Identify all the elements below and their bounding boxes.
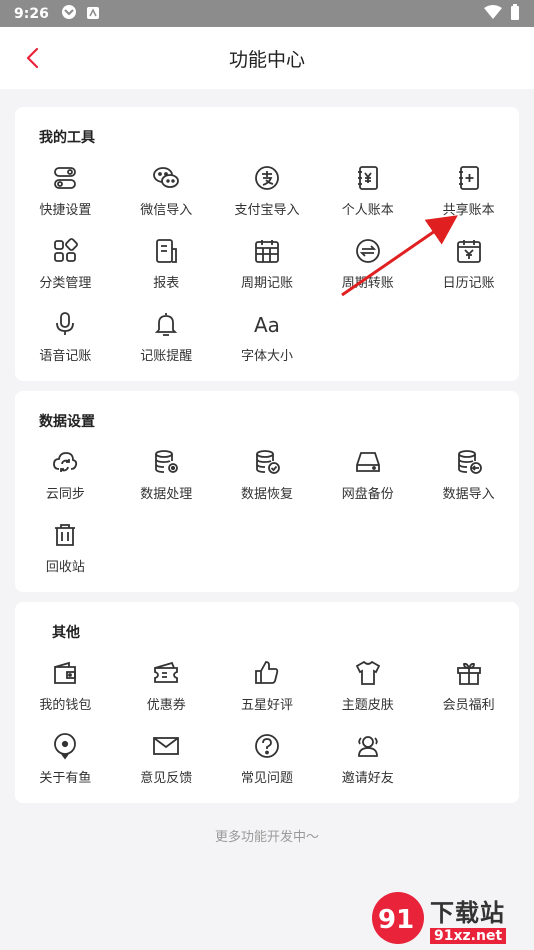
drive-icon (353, 447, 383, 477)
gift-icon (454, 658, 484, 688)
vpn-icon (61, 4, 77, 24)
database-gear-icon (151, 447, 181, 477)
mail-icon (151, 731, 181, 761)
calendar-yen-icon (454, 236, 484, 266)
toggle-icon (50, 163, 80, 193)
data-import-button[interactable]: 数据导入 (418, 445, 519, 518)
watermark-logo: 91 (372, 892, 424, 944)
feedback-button[interactable]: 意见反馈 (116, 729, 217, 802)
chevron-left-icon (26, 47, 39, 69)
record-reminder-button[interactable]: 记账提醒 (116, 307, 217, 380)
trash-icon (50, 520, 80, 550)
shirt-icon (353, 658, 383, 688)
invite-friends-button[interactable]: 邀请好友 (317, 729, 418, 802)
report-button[interactable]: 报表 (116, 234, 217, 307)
category-management-button[interactable]: 分类管理 (15, 234, 116, 307)
faq-button[interactable]: 常见问题 (217, 729, 318, 802)
database-check-icon (252, 447, 282, 477)
cloud-sync-icon (50, 447, 80, 477)
microphone-icon (50, 309, 80, 339)
shared-book-icon (454, 163, 484, 193)
watermark-title: 下载站 (430, 898, 505, 927)
recurring-transfer-button[interactable]: 周期转账 (317, 234, 418, 307)
coupon-button[interactable]: 优惠券 (116, 656, 217, 729)
quick-settings-button[interactable]: 快捷设置 (15, 161, 116, 234)
section-data-settings: 数据设置 云同步 数据处理 数据恢复 网盘备份 数据导入 回收站 (15, 391, 519, 592)
drive-backup-button[interactable]: 网盘备份 (317, 445, 418, 518)
invite-friends-icon (353, 731, 383, 761)
thumbs-up-icon (252, 658, 282, 688)
watermark-url: 91xz.net (430, 927, 507, 944)
status-time: 9:26 (14, 5, 49, 22)
wechat-icon (151, 163, 181, 193)
my-wallet-button[interactable]: 我的钱包 (15, 656, 116, 729)
footer-note: 更多功能开发中～ (214, 830, 319, 845)
personal-book-button[interactable]: 个人账本 (317, 161, 418, 234)
recycle-bin-button[interactable]: 回收站 (15, 518, 116, 591)
database-import-icon (454, 447, 484, 477)
five-star-review-button[interactable]: 五星好评 (217, 656, 318, 729)
theme-skin-button[interactable]: 主题皮肤 (317, 656, 418, 729)
app-notification-icon (86, 4, 99, 23)
back-button[interactable] (20, 45, 44, 71)
page-title: 功能中心 (228, 48, 305, 71)
battery-icon (510, 3, 520, 24)
location-icon (50, 731, 80, 761)
watermark: 91 下载站 91xz.net (370, 886, 534, 950)
cloud-sync-button[interactable]: 云同步 (15, 445, 116, 518)
data-processing-button[interactable]: 数据处理 (116, 445, 217, 518)
about-button[interactable]: 关于有鱼 (15, 729, 116, 802)
section-title: 我的工具 (39, 130, 95, 146)
shared-book-button[interactable]: 共享账本 (418, 161, 519, 234)
font-size-icon: Aa (252, 309, 282, 339)
data-recovery-button[interactable]: 数据恢复 (217, 445, 318, 518)
wifi-icon (484, 4, 502, 23)
alipay-icon (252, 163, 282, 193)
calendar-grid-icon (252, 236, 282, 266)
section-title: 其他 (52, 625, 80, 641)
coupon-icon (151, 658, 181, 688)
question-icon (252, 731, 282, 761)
calendar-record-button[interactable]: 日历记账 (418, 234, 519, 307)
alipay-import-button[interactable]: 支付宝导入 (217, 161, 318, 234)
wechat-import-button[interactable]: 微信导入 (116, 161, 217, 234)
wallet-icon (50, 658, 80, 688)
voice-record-button[interactable]: 语音记账 (15, 307, 116, 380)
section-other: 其他 我的钱包 优惠券 五星好评 主题皮肤 会员福利 关于有鱼 意见反馈 常见问… (15, 602, 519, 803)
report-icon (151, 236, 181, 266)
section-my-tools: 我的工具 快捷设置 微信导入 支付宝导入 个人账本 共享账本 分类管理 报表 周… (15, 107, 519, 381)
transfer-icon (353, 236, 383, 266)
svg-text:91: 91 (378, 905, 414, 935)
bell-icon (151, 309, 181, 339)
category-icon (50, 236, 80, 266)
status-bar: 9:26 (0, 0, 534, 27)
header: 功能中心 (0, 27, 534, 89)
member-benefits-button[interactable]: 会员福利 (418, 656, 519, 729)
personal-book-icon (353, 163, 383, 193)
font-size-button[interactable]: Aa 字体大小 (217, 307, 318, 380)
recurring-record-button[interactable]: 周期记账 (217, 234, 318, 307)
svg-text:Aa: Aa (254, 313, 280, 337)
section-title: 数据设置 (39, 414, 95, 430)
